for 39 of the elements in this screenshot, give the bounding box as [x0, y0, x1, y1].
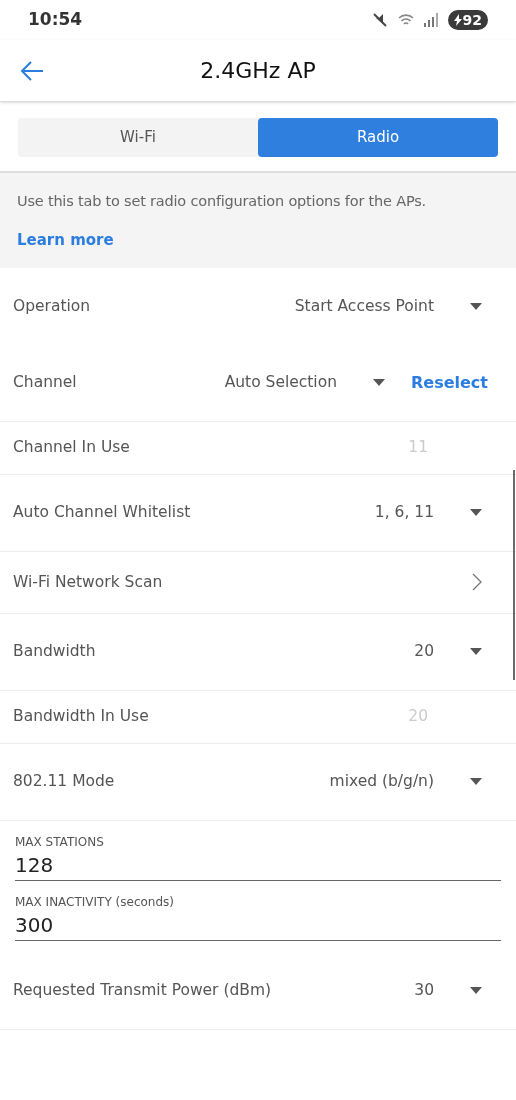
reselect-button[interactable]: Reselect	[411, 370, 488, 395]
setting-label: Requested Transmit Power (dBm)	[13, 980, 273, 1002]
setting-label: Bandwidth In Use	[13, 706, 150, 728]
dropdown-caret-icon	[470, 509, 482, 517]
chevron-right-icon[interactable]	[472, 573, 482, 592]
dropdown[interactable]: 1, 6, 11	[374, 501, 482, 525]
back-button[interactable]	[20, 60, 46, 82]
setting-label: Bandwidth	[13, 641, 97, 663]
battery-level: 92	[462, 10, 482, 30]
dropdown[interactable]: 20	[414, 640, 482, 664]
screen-title: 2.4GHz AP	[200, 57, 316, 85]
dropdown-caret-icon	[470, 302, 482, 310]
learn-more-link[interactable]: Learn more	[17, 228, 114, 252]
input-field[interactable]: 128	[15, 850, 501, 881]
info-text: Use this tab to set radio configuration options for the APs.	[17, 192, 427, 211]
dropdown-caret-icon	[470, 648, 482, 656]
mute-icon	[371, 12, 388, 28]
signal-icon	[423, 13, 438, 27]
dropdown[interactable]: Auto Selection	[224, 371, 385, 395]
setting-label: 802.11 Mode	[13, 771, 116, 793]
input-field[interactable]: 300	[15, 910, 501, 941]
dropdown[interactable]: 30	[414, 979, 482, 1003]
setting-label: Wi-Fi Network Scan	[13, 571, 164, 593]
dropdown[interactable]: mixed (b/g/n)	[329, 770, 482, 794]
setting-label: Channel In Use	[13, 437, 131, 459]
field-label: MAX INACTIVITY (seconds)	[15, 893, 175, 911]
status-time: 10:54	[28, 8, 83, 32]
wifi-icon	[397, 13, 414, 27]
dropdown-caret-icon	[470, 987, 482, 995]
setting-label: Auto Channel Whitelist	[13, 502, 192, 524]
back-arrow-icon	[20, 61, 44, 81]
setting-label: Operation	[13, 295, 92, 317]
dropdown-caret-icon	[373, 379, 385, 387]
bolt-icon	[453, 14, 462, 26]
dropdown[interactable]: Start Access Point	[294, 294, 482, 318]
tab[interactable]: Radio	[258, 118, 498, 157]
dropdown-caret-icon	[470, 778, 482, 786]
field-label: MAX STATIONS	[15, 833, 105, 851]
setting-label: Channel	[13, 372, 78, 394]
